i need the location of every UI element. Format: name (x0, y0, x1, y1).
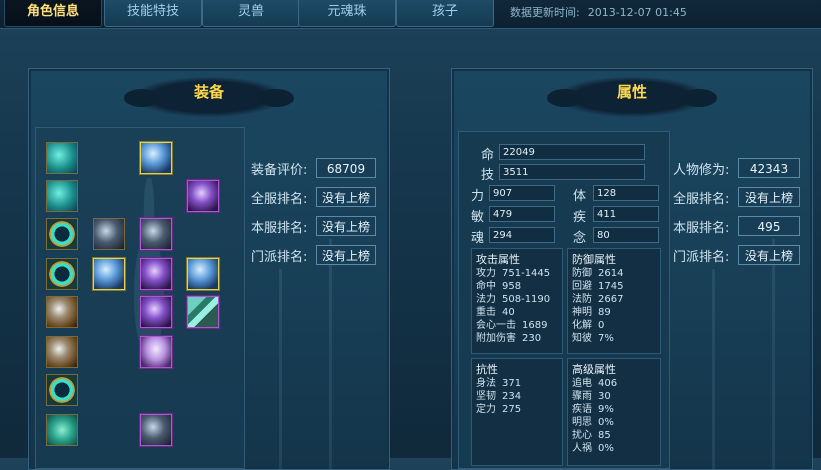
equip-score-value: 68709 (316, 158, 376, 178)
equipment-panel: 装备 装备评价: 68709 全服排名: 没有上榜 本服排名: 没有上榜 门派排… (28, 68, 390, 470)
ring-icon[interactable] (46, 218, 78, 250)
equip-score-label: 装备评价: (251, 163, 308, 178)
server-all-rank-label: 全服排名: (251, 192, 308, 207)
attr-sect-rank-value: 没有上榜 (738, 245, 800, 265)
advanced-attributes-group: 高级属性 追电 406 骤雨 30 疾语 9% 明思 0% 扰心 85 人祸 0% (567, 358, 661, 466)
list-item: 追电 406 (572, 378, 618, 389)
bamboo-decoration (772, 239, 775, 469)
helmet-icon[interactable] (46, 142, 78, 174)
dark-blade-icon[interactable] (93, 218, 125, 250)
list-item: 攻力 751-1445 (476, 268, 551, 279)
cultivation-value: 42343 (738, 158, 800, 178)
server-rank-value: 没有上榜 (316, 216, 376, 236)
dark-armor-icon[interactable] (140, 414, 172, 446)
bamboo-decoration (279, 269, 282, 469)
list-item: 坚韧 234 (476, 391, 522, 402)
tab-character-info[interactable]: 角色信息 (4, 0, 102, 27)
ti-value: 128 (593, 185, 659, 201)
shoulder-icon[interactable] (140, 218, 172, 250)
nian-label: 念 (573, 231, 587, 246)
attr-sect-rank-label: 门派排名: (673, 250, 730, 265)
attr-server-rank-label: 本服排名: (673, 221, 730, 236)
list-item: 会心一击 1689 (476, 320, 548, 331)
equipment-grid (35, 127, 245, 469)
ming-label: 命 (481, 148, 495, 163)
list-item: 定力 275 (476, 404, 522, 415)
attack-title: 攻击属性 (476, 253, 520, 266)
list-item: 知彼 7% (572, 333, 614, 344)
ji-value: 3511 (499, 164, 645, 180)
tab-skills[interactable]: 技能特技 (104, 0, 202, 27)
bamboo-decoration (712, 269, 715, 469)
min-value: 479 (489, 206, 555, 222)
update-time: 数据更新时间: 2013-12-07 01:45 (510, 4, 687, 20)
cultivation-label: 人物修为: (673, 163, 730, 178)
tab-child[interactable]: 孩子 (396, 0, 494, 27)
list-item: 重击 40 (476, 307, 515, 318)
ring-icon[interactable] (46, 258, 78, 290)
attribute-stats: 命 22049 技 3511 力 907 体 128 敏 479 疾 411 魂… (458, 131, 670, 469)
list-item: 人祸 0% (572, 443, 614, 454)
resist-attributes-group: 抗性 身法 371 坚韧 234 定力 275 (471, 358, 563, 466)
blue-weapon-icon[interactable] (140, 142, 172, 174)
attributes-title: 属性 (616, 83, 647, 101)
ti-label: 体 (573, 189, 587, 204)
ji2-value: 411 (593, 206, 659, 222)
purple-gem-icon[interactable] (140, 258, 172, 290)
update-time-value: 2013-12-07 01:45 (587, 6, 687, 19)
defense-attributes-group: 防御属性 防御 2614 回避 1745 法防 2667 神明 89 化解 0 知彼 7% (567, 248, 661, 354)
list-item: 附加伤害 230 (476, 333, 542, 344)
attr-server-all-rank-label: 全服排名: (673, 192, 730, 207)
boots-icon[interactable] (46, 336, 78, 368)
resist-title: 抗性 (476, 363, 498, 376)
jade-pendant-icon[interactable] (46, 414, 78, 446)
list-item: 疾语 9% (572, 404, 614, 415)
min-label: 敏 (471, 210, 485, 225)
pants-icon[interactable] (140, 336, 172, 368)
ji2-label: 疾 (573, 210, 587, 225)
list-item: 命中 958 (476, 281, 522, 292)
purple-orb-icon[interactable] (187, 180, 219, 212)
tab-bar: 角色信息 技能特技 灵兽 元魂珠 孩子 数据更新时间: 2013-12-07 01… (0, 0, 821, 29)
blue-feather-icon[interactable] (93, 258, 125, 290)
attr-server-all-rank-value: 没有上榜 (738, 187, 800, 207)
list-item: 防御 2614 (572, 268, 624, 279)
tab-spirit-beast[interactable]: 灵兽 (202, 0, 300, 27)
list-item: 神明 89 (572, 307, 611, 318)
jade-ring-icon[interactable] (46, 374, 78, 406)
server-rank-label: 本服排名: (251, 221, 308, 236)
armor-icon[interactable] (46, 180, 78, 212)
list-item: 明思 0% (572, 417, 614, 428)
hun-value: 294 (489, 227, 555, 243)
list-item: 身法 371 (476, 378, 522, 389)
advanced-title: 高级属性 (572, 363, 616, 376)
attributes-panel: 属性 命 22049 技 3511 力 907 体 128 敏 479 疾 41… (451, 68, 813, 470)
defense-title: 防御属性 (572, 253, 616, 266)
server-all-rank-value: 没有上榜 (316, 187, 376, 207)
li-label: 力 (471, 189, 485, 204)
ji-label: 技 (481, 168, 495, 183)
attr-server-rank-value: 495 (738, 216, 800, 236)
ming-value: 22049 (499, 144, 645, 160)
hun-label: 魂 (471, 231, 485, 246)
list-item: 回避 1745 (572, 281, 624, 292)
list-item: 法防 2667 (572, 294, 624, 305)
equipment-title: 装备 (193, 83, 224, 101)
li-value: 907 (489, 185, 555, 201)
sect-rank-value: 没有上榜 (316, 245, 376, 265)
bracer-icon[interactable] (46, 296, 78, 328)
bamboo-decoration (329, 239, 332, 469)
list-item: 扰心 85 (572, 430, 611, 441)
list-item: 化解 0 (572, 320, 605, 331)
jade-blade-icon[interactable] (187, 296, 219, 328)
list-item: 骤雨 30 (572, 391, 611, 402)
update-time-label: 数据更新时间: (510, 6, 580, 19)
nian-value: 80 (593, 227, 659, 243)
purple-beast-icon[interactable] (140, 296, 172, 328)
silver-wing-icon[interactable] (187, 258, 219, 290)
list-item: 法力 508-1190 (476, 294, 551, 305)
attack-attributes-group: 攻击属性 攻力 751-1445 命中 958 法力 508-1190 重击 40 会心… (471, 248, 563, 354)
sect-rank-label: 门派排名: (251, 250, 308, 265)
tab-soul-orb[interactable]: 元魂珠 (298, 0, 396, 27)
